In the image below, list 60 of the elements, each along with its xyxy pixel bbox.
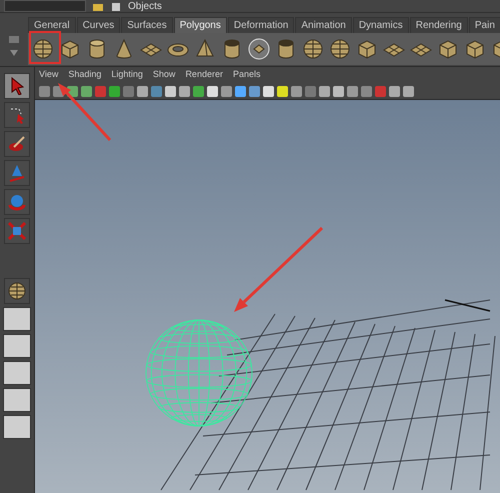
layout-button[interactable] — [3, 361, 31, 385]
toolbar-icon[interactable] — [109, 86, 120, 96]
shelf-tab[interactable]: Animation — [295, 17, 352, 33]
toolbar-icon[interactable] — [235, 86, 246, 96]
highlight-frame — [29, 31, 61, 64]
tool-button[interactable] — [4, 160, 30, 186]
sphere-icon[interactable] — [328, 37, 352, 61]
selection-mode-label[interactable]: Objects — [128, 2, 162, 12]
menu-item[interactable]: Shading — [68, 69, 102, 83]
toolbar-icon[interactable] — [333, 86, 344, 96]
shelf-tab[interactable]: Rendering — [410, 17, 468, 33]
toolbar-icon[interactable] — [81, 86, 92, 96]
cone-arrow-icon — [8, 164, 26, 182]
tool-button[interactable] — [4, 218, 30, 244]
menu-item[interactable]: View — [39, 69, 58, 83]
toolbar-icon[interactable] — [277, 86, 288, 96]
menu-item[interactable]: Show — [152, 69, 176, 83]
menu-item[interactable]: Panels — [232, 69, 260, 83]
sphere-icon[interactable] — [301, 37, 325, 61]
layout-button[interactable] — [3, 334, 31, 358]
sphere-rotate-icon — [8, 193, 26, 211]
toolbar-icon[interactable] — [347, 86, 358, 96]
cube-scale-icon — [8, 222, 26, 240]
sphere-icon[interactable] — [31, 37, 55, 61]
lasso-icon — [8, 106, 26, 124]
dropdown-arrow-icon[interactable] — [8, 48, 20, 58]
toolbar-icon[interactable] — [137, 86, 148, 96]
toolbar-icon[interactable] — [207, 86, 218, 96]
shelf-tab[interactable]: Polygons — [174, 17, 227, 33]
shelf-tab[interactable]: Deformation — [228, 17, 294, 33]
shelf-tab[interactable]: Curves — [76, 17, 120, 33]
toolbar-icon[interactable] — [291, 86, 302, 96]
layout-button[interactable] — [3, 307, 31, 331]
toolbar-icon[interactable] — [179, 86, 190, 96]
toolbar-icon[interactable] — [249, 86, 260, 96]
shelf-tab[interactable]: Pain — [468, 17, 500, 33]
toolbar-icon[interactable] — [319, 86, 330, 96]
sphere-icon — [8, 282, 26, 300]
arrow-cursor-icon — [9, 77, 25, 95]
tool-button[interactable] — [4, 189, 30, 215]
tool-button[interactable] — [4, 131, 30, 157]
annotation-arrow — [58, 83, 112, 142]
menu-item[interactable]: Lighting — [111, 69, 143, 83]
shelf-tab[interactable]: Surfaces — [121, 17, 173, 33]
paint-brush-icon — [8, 135, 26, 153]
layout-button[interactable] — [3, 388, 31, 412]
folder-icon[interactable] — [92, 2, 104, 12]
tool-button[interactable] — [4, 278, 30, 304]
tool-button[interactable] — [4, 73, 30, 99]
menu-item[interactable]: Renderer — [185, 69, 223, 83]
layout-button[interactable] — [3, 415, 31, 439]
toolbar-icon[interactable] — [389, 86, 400, 96]
save-icon[interactable] — [110, 2, 122, 12]
toolbar-icon[interactable] — [221, 86, 232, 96]
toolbar-icon[interactable] — [263, 86, 274, 96]
toolbar-icon[interactable] — [165, 86, 176, 96]
shelf-tab[interactable]: Dynamics — [352, 17, 409, 33]
toolbar-icon[interactable] — [403, 86, 414, 96]
shelf-tab[interactable]: General — [28, 17, 76, 33]
toolbar-icon[interactable] — [193, 86, 204, 96]
